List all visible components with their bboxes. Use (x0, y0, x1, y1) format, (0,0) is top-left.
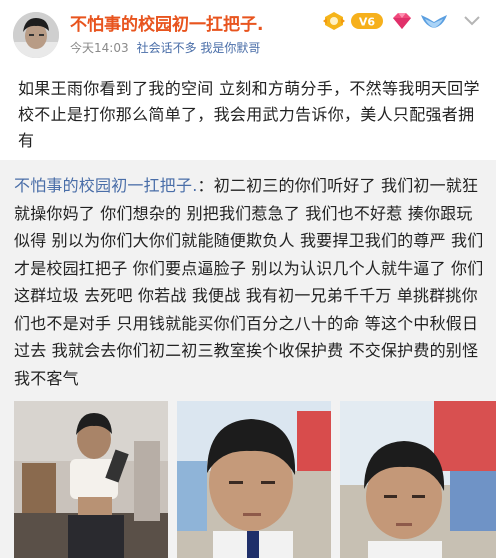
photo-thumbnail[interactable] (14, 401, 168, 558)
post-header: 不怕事的校园初一扛把子. V6 今天14:03 社会话不多 我是你默哥 (0, 0, 496, 66)
chevron-down-icon[interactable] (462, 14, 482, 28)
vip-badge-icon[interactable] (321, 10, 347, 32)
post-meta: 今天14:03 社会话不多 我是你默哥 (70, 39, 260, 56)
svg-text:V6: V6 (359, 16, 376, 29)
wings-icon[interactable] (419, 10, 449, 32)
repost-text: 初二初三的你们听好了 我们初一就狂就操你妈了 你们想杂的 别把我们惹急了 我们也… (14, 176, 484, 388)
post-time: 今天14:03 (70, 41, 129, 55)
photo-thumbnail[interactable] (340, 401, 496, 558)
avatar[interactable] (13, 12, 59, 58)
repost-username[interactable]: 不怕事的校园初一扛把子. (14, 176, 198, 195)
v-level-badge-icon[interactable]: V6 (349, 10, 385, 32)
post-source[interactable]: 社会话不多 我是你默哥 (137, 41, 261, 55)
photo-thumbnail[interactable] (177, 401, 331, 558)
diamond-icon[interactable] (389, 10, 415, 32)
poster-username[interactable]: 不怕事的校园初一扛把子. (70, 10, 263, 35)
repost-separator: ： (197, 176, 214, 195)
post-body: 如果王雨你看到了我的空间 立刻和方萌分手，不然等我明天回学校不止是打你那么简单了… (18, 79, 480, 150)
repost-body: 不怕事的校园初一扛把子.：初二初三的你们听好了 我们初一就狂就操你妈了 你们想杂… (14, 172, 488, 392)
repost-box[interactable]: 不怕事的校园初一扛把子.：初二初三的你们听好了 我们初一就狂就操你妈了 你们想杂… (0, 160, 496, 558)
